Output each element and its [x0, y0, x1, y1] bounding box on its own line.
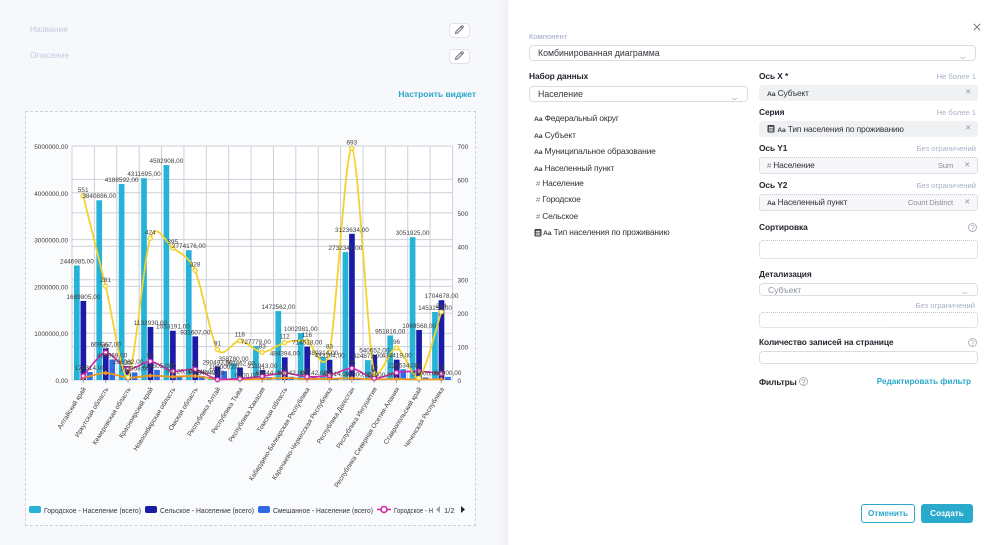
svg-text:Ставропольский край: Ставропольский край — [382, 386, 424, 446]
svg-text:200: 200 — [458, 311, 469, 318]
svg-text:4311695,00: 4311695,00 — [127, 171, 161, 178]
svg-text:400: 400 — [458, 244, 469, 251]
svg-text:Городское - Н: Городское - Н — [394, 506, 433, 515]
svg-text:116: 116 — [302, 332, 313, 339]
svg-text:1002981,00: 1002981,00 — [284, 326, 318, 333]
svg-text:434419,00: 434419,00 — [382, 353, 413, 360]
svg-text:0,00: 0,00 — [56, 378, 69, 385]
svg-text:484394,00: 484394,00 — [270, 350, 301, 357]
svg-text:500: 500 — [458, 211, 469, 218]
svg-text:Республика Ингушетия: Республика Ингушетия — [335, 385, 379, 450]
svg-text:931607,00: 931607,00 — [180, 329, 211, 336]
svg-text:328: 328 — [190, 261, 201, 268]
svg-text:727779,00: 727779,00 — [241, 339, 272, 346]
svg-text:4592908,00: 4592908,00 — [150, 158, 184, 165]
svg-text:2446985,00: 2446985,00 — [60, 259, 94, 266]
svg-text:100: 100 — [458, 345, 469, 352]
svg-text:5000000,00: 5000000,00 — [34, 144, 68, 151]
svg-text:32: 32 — [192, 360, 200, 367]
svg-text:433104,00: 433104,00 — [314, 353, 345, 360]
svg-text:1704678,00: 1704678,00 — [425, 293, 459, 300]
svg-text:3051925,00: 3051925,00 — [396, 230, 430, 237]
svg-text:35: 35 — [348, 359, 356, 366]
svg-text:Сельское - Население (всего): Сельское - Население (всего) — [160, 506, 254, 515]
svg-text:2732341,00: 2732341,00 — [329, 245, 363, 252]
svg-text:600: 600 — [458, 177, 469, 184]
svg-text:118: 118 — [235, 332, 246, 339]
svg-text:112: 112 — [280, 334, 291, 341]
svg-text:3840886,00: 3840886,00 — [82, 193, 116, 200]
svg-text:Кемеровская область: Кемеровская область — [91, 385, 133, 446]
svg-text:951816,00: 951816,00 — [375, 329, 406, 336]
svg-text:2774176,00: 2774176,00 — [172, 243, 206, 250]
svg-text:66000,00: 66000,00 — [435, 370, 462, 377]
svg-text:3000000,00: 3000000,00 — [34, 238, 68, 245]
svg-text:1453251,00: 1453251,00 — [418, 305, 452, 312]
svg-text:1472562,00: 1472562,00 — [261, 304, 295, 311]
svg-text:Смешанное - Население (всего): Смешанное - Население (всего) — [273, 506, 373, 515]
svg-text:300: 300 — [458, 278, 469, 285]
svg-text:Городское - Население (всего): Городское - Население (всего) — [44, 506, 141, 515]
svg-text:56: 56 — [147, 352, 155, 359]
svg-text:0: 0 — [458, 378, 462, 385]
svg-text:91: 91 — [214, 341, 222, 348]
svg-text:281: 281 — [100, 277, 111, 284]
svg-text:669067,00: 669067,00 — [91, 342, 122, 349]
svg-text:170314,00: 170314,00 — [75, 365, 106, 372]
svg-text:96: 96 — [393, 339, 401, 346]
svg-text:693: 693 — [346, 139, 357, 146]
svg-text:Республика Дагестан: Республика Дагестан — [315, 386, 357, 446]
svg-text:424: 424 — [145, 229, 156, 236]
svg-text:1689805,00: 1689805,00 — [67, 294, 101, 301]
svg-text:700: 700 — [458, 144, 469, 151]
svg-text:1000000,00: 1000000,00 — [34, 331, 68, 338]
svg-text:1069568,00: 1069568,00 — [402, 323, 436, 330]
svg-text:714518,00: 714518,00 — [292, 340, 323, 347]
svg-text:3123634,00: 3123634,00 — [335, 227, 369, 234]
svg-text:2000000,00: 2000000,00 — [34, 284, 68, 291]
svg-text:21000,00: 21000,00 — [367, 372, 394, 379]
svg-text:Чеченская Республика: Чеченская Республика — [402, 386, 446, 450]
svg-text:Новосибирская область: Новосибирская область — [132, 385, 178, 452]
svg-text:4000000,00: 4000000,00 — [34, 191, 68, 198]
svg-text:211943,00: 211943,00 — [248, 363, 278, 370]
svg-text:227634,00: 227634,00 — [388, 362, 419, 369]
svg-text:1/2: 1/2 — [444, 506, 455, 515]
